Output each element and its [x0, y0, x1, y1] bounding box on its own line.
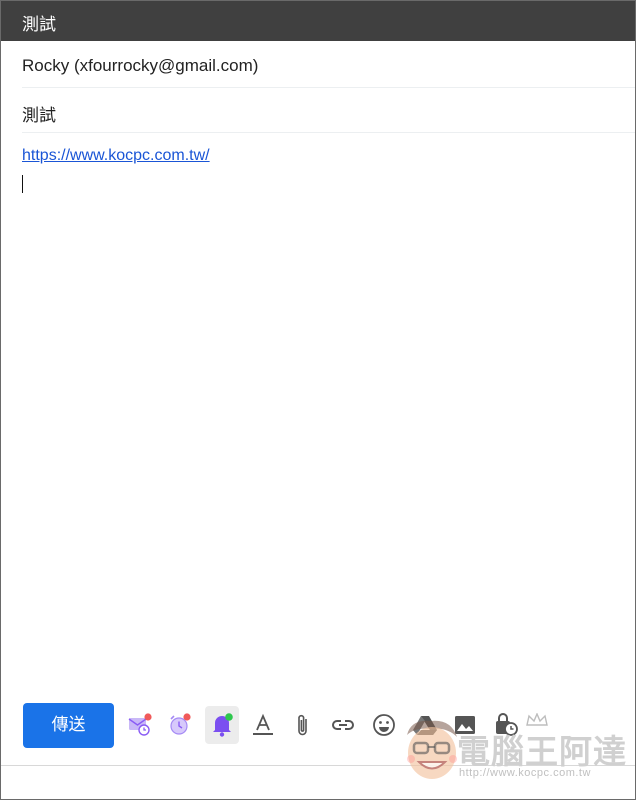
mascot-face-icon: [407, 720, 457, 779]
watermark-text: 電腦王阿達: [457, 732, 627, 771]
compose-window: 測試 Rocky (xfourrocky@gmail.com) 測試 https…: [0, 0, 636, 800]
message-body[interactable]: https://www.kocpc.com.tw/: [22, 147, 612, 687]
emoji-icon[interactable]: [368, 708, 400, 742]
send-button[interactable]: 傳送: [23, 703, 114, 748]
link-icon[interactable]: [327, 708, 359, 742]
recipient-chip[interactable]: Rocky (xfourrocky@gmail.com): [22, 56, 258, 76]
compose-title: 測試: [22, 15, 56, 35]
compose-title-bar[interactable]: 測試: [1, 1, 635, 41]
watermark-logo: 電腦王阿達 http://www.kocpc.com.tw: [399, 713, 629, 787]
subject-text: 測試: [22, 106, 56, 126]
schedule-mail-icon[interactable]: [124, 708, 156, 742]
body-link[interactable]: https://www.kocpc.com.tw/: [22, 147, 210, 164]
watermark-url: http://www.kocpc.com.tw: [459, 767, 591, 779]
text-cursor: [22, 175, 23, 193]
attach-icon[interactable]: [287, 708, 319, 742]
bell-icon[interactable]: [205, 706, 239, 744]
format-text-icon[interactable]: [247, 708, 279, 742]
subject-field[interactable]: 測試: [22, 88, 635, 133]
snooze-alarm-icon[interactable]: [164, 708, 196, 742]
recipients-field[interactable]: Rocky (xfourrocky@gmail.com): [22, 41, 635, 88]
